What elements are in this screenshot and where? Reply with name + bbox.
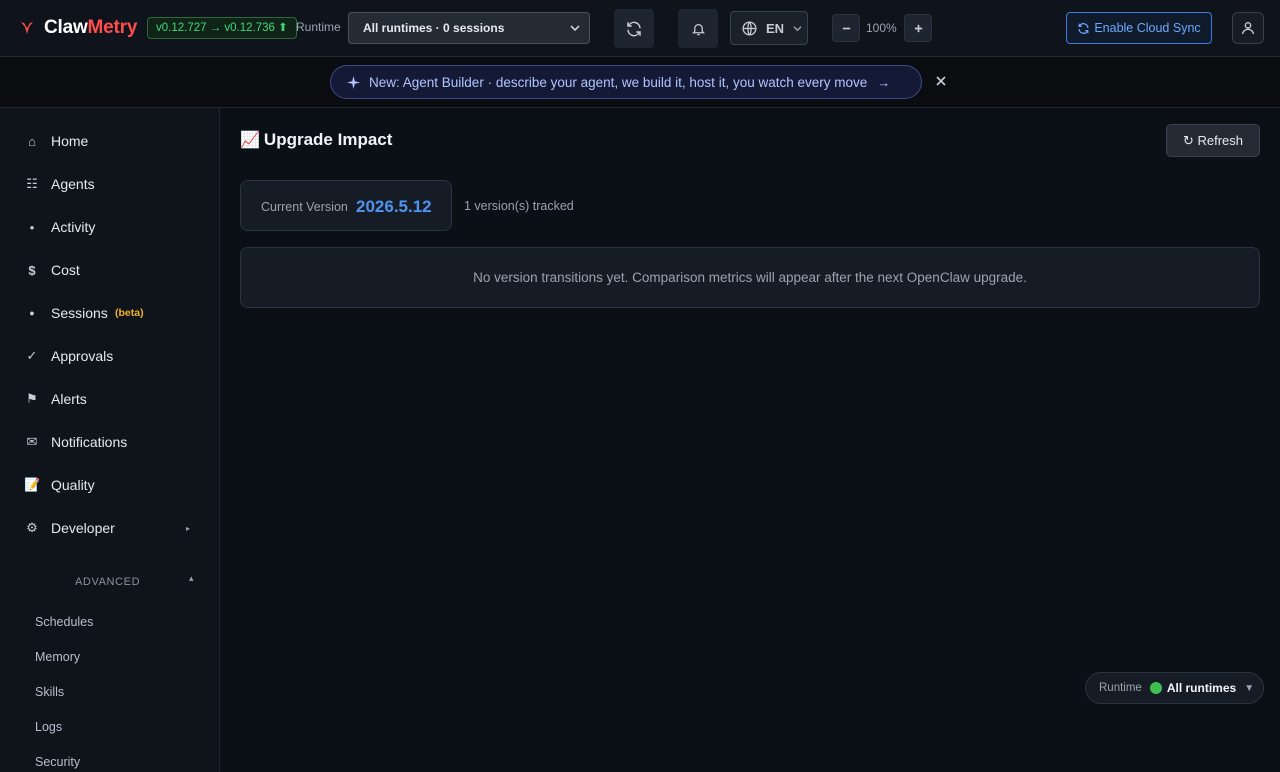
sidebar-item-skills[interactable]: Skills bbox=[35, 685, 64, 699]
zoom-level: 100% bbox=[866, 21, 897, 35]
refresh-page-button[interactable]: ↻ Refresh bbox=[1166, 124, 1260, 157]
announcement-bar: New: Agent Builder · describe your agent… bbox=[0, 57, 1280, 108]
refresh-button[interactable] bbox=[614, 9, 654, 48]
sidebar-item-approvals[interactable]: ✓ Approvals bbox=[0, 341, 219, 371]
sidebar-item-label: Quality bbox=[51, 477, 95, 493]
version-update-badge[interactable]: v0.12.727 → v0.12.736 ⬆ bbox=[147, 17, 297, 39]
sidebar-item-notifications[interactable]: ✉ Notifications bbox=[0, 427, 219, 457]
sidebar-item-label: Alerts bbox=[51, 391, 87, 407]
page-title-text: Upgrade Impact bbox=[263, 130, 393, 149]
check-icon: ✓ bbox=[26, 348, 38, 363]
grid-icon: ☷ bbox=[26, 176, 38, 191]
brand-name-part1: Claw bbox=[44, 17, 88, 38]
sidebar-item-label: Agents bbox=[51, 176, 95, 192]
sidebar-item-label: Developer bbox=[51, 520, 115, 536]
runtime-select[interactable]: All runtimes · 0 sessions bbox=[348, 12, 590, 44]
user-icon bbox=[1242, 22, 1254, 35]
empty-state-message: No version transitions yet. Comparison m… bbox=[240, 247, 1260, 308]
top-bar: ClawMetry v0.12.727 → v0.12.736 ⬆ Runtim… bbox=[0, 0, 1280, 57]
current-version-card: Current Version 2026.5.12 bbox=[240, 180, 452, 231]
chevron-right-icon: ▸ bbox=[186, 523, 191, 533]
main-content: 📈 Upgrade Impact ↻ Refresh Current Versio… bbox=[220, 108, 1280, 772]
sidebar-item-label: Notifications bbox=[51, 434, 128, 450]
announcement-link[interactable]: New: Agent Builder · describe your agent… bbox=[330, 65, 922, 99]
sidebar-item-home[interactable]: ⌂ Home bbox=[0, 126, 219, 156]
globe-icon bbox=[742, 20, 757, 36]
beta-badge: (beta) bbox=[115, 307, 144, 319]
sidebar-item-activity[interactable]: ● Activity bbox=[0, 212, 219, 242]
home-icon: ⌂ bbox=[28, 133, 36, 149]
sidebar-item-security[interactable]: Security bbox=[35, 755, 80, 769]
zoom-out-button[interactable] bbox=[832, 14, 860, 42]
close-icon[interactable] bbox=[935, 75, 947, 87]
dollar-icon: $ bbox=[28, 262, 36, 278]
sidebar-item-label: Home bbox=[51, 133, 89, 149]
page-title: 📈 Upgrade Impact bbox=[240, 130, 392, 150]
memo-icon: 📝 bbox=[24, 477, 41, 492]
zoom-in-button[interactable] bbox=[904, 14, 932, 42]
announcement-text: New: Agent Builder · describe your agent… bbox=[369, 74, 868, 90]
minus-icon bbox=[842, 27, 850, 29]
chevron-down-icon: ▼ bbox=[1244, 682, 1255, 694]
sidebar-item-alerts[interactable]: ⚑ Alerts bbox=[0, 384, 219, 414]
runtime-select-value: All runtimes · 0 sessions bbox=[363, 21, 505, 35]
sidebar-item-logs[interactable]: Logs bbox=[35, 720, 62, 734]
chevron-down-icon bbox=[793, 25, 802, 31]
sidebar-item-label: Sessions bbox=[51, 305, 108, 321]
sidebar: ⌂ Home ☷ Agents ● Activity $ Cost ● Sess… bbox=[0, 108, 220, 772]
sidebar-item-label: Cost bbox=[51, 262, 80, 278]
sync-icon bbox=[1078, 22, 1089, 34]
current-version-label: Current Version bbox=[261, 200, 348, 214]
sidebar-item-label: Activity bbox=[51, 219, 96, 235]
envelope-icon: ✉ bbox=[26, 434, 38, 449]
chevron-down-icon bbox=[570, 25, 580, 32]
brand-name-part2: Metry bbox=[87, 17, 138, 38]
user-menu-button[interactable] bbox=[1232, 12, 1264, 44]
dot-icon: ● bbox=[29, 222, 35, 232]
sidebar-item-agents[interactable]: ☷ Agents bbox=[0, 169, 219, 199]
language-code: EN bbox=[766, 20, 785, 36]
sidebar-item-quality[interactable]: 📝 Quality bbox=[0, 470, 219, 500]
arrow-right-icon: → bbox=[877, 74, 891, 90]
cloud-sync-label: Enable Cloud Sync bbox=[1094, 21, 1201, 35]
runtime-floating-selector[interactable]: Runtime All runtimes ▼ bbox=[1085, 672, 1264, 704]
sparkle-icon bbox=[347, 75, 360, 89]
sidebar-item-developer[interactable]: ⚙ Developer ▸ bbox=[0, 513, 219, 543]
flag-icon: ⚑ bbox=[26, 391, 38, 406]
session-icon: ● bbox=[29, 308, 35, 318]
versions-tracked-count: 1 version(s) tracked bbox=[464, 199, 574, 213]
chevron-up-icon[interactable]: ▴ bbox=[189, 573, 194, 584]
runtime-float-value: All runtimes bbox=[1166, 681, 1237, 695]
sidebar-item-cost[interactable]: $ Cost bbox=[0, 255, 219, 285]
notifications-button[interactable] bbox=[678, 9, 718, 48]
brand-logo[interactable]: ClawMetry bbox=[19, 16, 137, 40]
bell-icon bbox=[691, 23, 705, 35]
runtime-float-label: Runtime bbox=[1099, 682, 1142, 694]
runtime-label: Runtime bbox=[296, 20, 341, 34]
sidebar-item-memory[interactable]: Memory bbox=[35, 650, 80, 664]
claw-logo-icon bbox=[21, 22, 33, 34]
enable-cloud-sync-button[interactable]: Enable Cloud Sync bbox=[1066, 12, 1212, 44]
sidebar-item-sessions[interactable]: ● Sessions (beta) bbox=[0, 298, 219, 328]
status-dot-icon bbox=[1149, 682, 1162, 694]
gear-icon: ⚙ bbox=[26, 520, 38, 535]
advanced-section-label[interactable]: ADVANCED bbox=[75, 576, 140, 588]
sidebar-item-schedules[interactable]: Schedules bbox=[35, 615, 93, 629]
plus-icon bbox=[914, 24, 922, 32]
refresh-icon bbox=[627, 21, 641, 36]
sidebar-item-label: Approvals bbox=[51, 348, 114, 364]
chart-increasing-icon: 📈 bbox=[240, 132, 260, 149]
current-version-value: 2026.5.12 bbox=[356, 197, 432, 216]
language-select[interactable]: EN bbox=[730, 11, 808, 45]
